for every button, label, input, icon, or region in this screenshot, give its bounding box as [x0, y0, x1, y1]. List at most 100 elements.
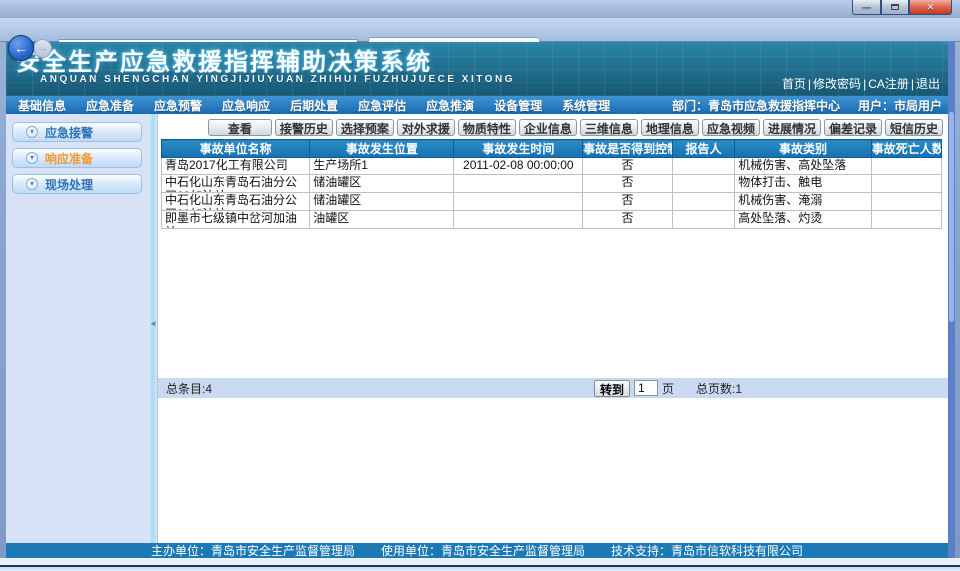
- table-cell: 否: [583, 175, 673, 193]
- cell-text: 中石化山东青岛石油分公司09加油站: [165, 193, 306, 210]
- nav-item-1[interactable]: 基础信息: [18, 97, 66, 114]
- cell-text: 高处坠落、灼烫: [738, 211, 868, 225]
- table-cell: [672, 175, 734, 193]
- toolbar-button-7[interactable]: 地理信息: [641, 119, 699, 136]
- table-row[interactable]: 中石化山东青岛石油分公司09加油站储油罐区 否 物体打击、触电: [162, 175, 942, 193]
- header-link-3[interactable]: CA注册: [868, 77, 909, 91]
- cell-text: 生产场所1: [313, 158, 450, 172]
- maximize-button[interactable]: [881, 0, 909, 15]
- column-header-4: 事故是否得到控制: [583, 140, 673, 158]
- table-cell: [871, 175, 941, 193]
- page-subtitle: ANQUAN SHENGCHAN YINGJIJIUYUAN ZHIHUI FU…: [40, 74, 515, 85]
- table-cell: 油罐区: [310, 211, 454, 229]
- toolbar-button-4[interactable]: 物质特性: [458, 119, 516, 136]
- cell-text: 物体打击、触电: [738, 175, 868, 189]
- nav-item-6[interactable]: 应急评估: [358, 97, 406, 114]
- window-titlebar: — ✕: [0, 0, 960, 18]
- table-cell: [672, 211, 734, 229]
- toolbar-button-9[interactable]: 进展情况: [763, 119, 821, 136]
- table-cell: [871, 211, 941, 229]
- table-cell: [672, 193, 734, 211]
- cell-text: 机械伤害、淹溺: [738, 193, 868, 207]
- user-label: 用户：市局用户: [858, 97, 942, 114]
- cell-text: 否: [586, 211, 669, 225]
- cell-text: 储油罐区: [313, 175, 450, 189]
- nav-item-7[interactable]: 应急推演: [426, 97, 474, 114]
- header-links: 首页|修改密码|CA注册|退出: [782, 75, 940, 92]
- sidebar-splitter[interactable]: ◄: [148, 114, 158, 543]
- page-footer: 主办单位：青岛市安全生产监督管理局 使用单位：青岛市安全生产监督管理局 技术支持…: [6, 543, 948, 558]
- header-link-4[interactable]: 退出: [916, 77, 940, 91]
- chevron-down-icon: ▾: [26, 126, 38, 138]
- sidebar-item-3[interactable]: ▾现场处理: [12, 174, 142, 194]
- table-row[interactable]: 中石化山东青岛石油分公司09加油站储油罐区否机械伤害、淹溺: [162, 193, 942, 211]
- column-header-5: 报告人: [672, 140, 734, 158]
- toolbar-button-11[interactable]: 短信历史: [885, 119, 943, 136]
- column-header-6: 事故类别: [735, 140, 872, 158]
- header-link-1[interactable]: 首页: [782, 77, 806, 91]
- column-header-1: 事故单位名称: [162, 140, 310, 158]
- table-cell: 否: [583, 193, 673, 211]
- scrollbar[interactable]: [948, 42, 955, 558]
- toolbar-button-10[interactable]: 偏差记录: [824, 119, 882, 136]
- nav-item-5[interactable]: 后期处置: [290, 97, 338, 114]
- scrollbar-thumb[interactable]: [949, 112, 954, 322]
- cell-text: 机械伤害、高处坠落: [738, 158, 868, 172]
- column-header-7: 事故死亡人数: [871, 140, 941, 158]
- nav-item-4[interactable]: 应急响应: [222, 97, 270, 114]
- table-cell: 高处坠落、灼烫: [735, 211, 872, 229]
- footer-tech-label: 技术支持：青岛市信软科技有限公司: [611, 542, 803, 558]
- table-cell: [672, 158, 734, 175]
- cell-text: 油罐区: [313, 211, 450, 225]
- view-button[interactable]: 查看: [208, 119, 272, 136]
- footer-user-label: 使用单位：青岛市安全生产监督管理局: [381, 542, 585, 558]
- sidebar-item-1[interactable]: ▾应急接警: [12, 122, 142, 142]
- column-header-3: 事故发生时间: [454, 140, 583, 158]
- page-title: 安全生产应急救援指挥辅助决策系统: [16, 42, 432, 77]
- sidebar-item-2[interactable]: ▾响应准备: [12, 148, 142, 168]
- browser-toolbar: ← → e http://localhost:90/yjzh/frame/hom…: [0, 18, 960, 42]
- main-menu-bar: 基础信息应急准备应急预警应急响应后期处置应急评估应急推演设备管理系统管理 部门：…: [6, 96, 948, 114]
- table-cell: 机械伤害、淹溺: [735, 193, 872, 211]
- toolbar-button-3[interactable]: 对外求援: [397, 119, 455, 136]
- toolbar-button-1[interactable]: 接警历史: [275, 119, 333, 136]
- toolbar: 查看 接警历史选择预案对外求援物质特性企业信息三维信息地理信息应急视频进展情况偏…: [208, 119, 943, 136]
- incident-table: 事故单位名称事故发生位置事故发生时间事故是否得到控制报告人事故类别事故死亡人数 …: [161, 139, 942, 229]
- table-cell: 储油罐区: [310, 175, 454, 193]
- collapse-arrow-icon[interactable]: ◄: [149, 319, 157, 328]
- back-button[interactable]: ←: [8, 35, 34, 61]
- close-button[interactable]: ✕: [909, 0, 952, 15]
- table-cell: 中石化山东青岛石油分公司09加油站: [162, 193, 310, 211]
- header-link-2[interactable]: 修改密码: [813, 77, 861, 91]
- minimize-button[interactable]: —: [852, 0, 881, 15]
- nav-item-3[interactable]: 应急预警: [154, 97, 202, 114]
- toolbar-button-6[interactable]: 三维信息: [580, 119, 638, 136]
- app-header: 安全生产应急救援指挥辅助决策系统 ANQUAN SHENGCHAN YINGJI…: [6, 42, 948, 96]
- window-bottom-frame: [0, 558, 960, 571]
- nav-item-9[interactable]: 系统管理: [562, 97, 610, 114]
- toolbar-button-8[interactable]: 应急视频: [702, 119, 760, 136]
- page-viewport: 安全生产应急救援指挥辅助决策系统 ANQUAN SHENGCHAN YINGJI…: [6, 42, 948, 558]
- cell-text: 否: [586, 193, 669, 207]
- page-number-input[interactable]: [634, 380, 658, 396]
- nav-item-2[interactable]: 应急准备: [86, 97, 134, 114]
- nav-item-8[interactable]: 设备管理: [494, 97, 542, 114]
- total-pages-label: 总页数:1: [696, 380, 742, 397]
- table-cell: [454, 193, 583, 211]
- forward-button[interactable]: →: [33, 39, 52, 58]
- table-cell: 物体打击、触电: [735, 175, 872, 193]
- table-row[interactable]: 青岛2017化工有限公司生产场所12011-02-08 00:00:00否机械伤…: [162, 158, 942, 175]
- table-cell: [454, 175, 583, 193]
- toolbar-button-2[interactable]: 选择预案: [336, 119, 394, 136]
- table-cell: 否: [583, 211, 673, 229]
- footer-host-label: 主办单位：青岛市安全生产监督管理局: [151, 542, 355, 558]
- table-row[interactable]: 即墨市七级镇中岔河加油站油罐区 否 高处坠落、灼烫: [162, 211, 942, 229]
- table-cell: 否: [583, 158, 673, 175]
- table-cell: 中石化山东青岛石油分公司09加油站: [162, 175, 310, 193]
- total-items-label: 总条目:4: [166, 380, 212, 397]
- table-cell: [871, 193, 941, 211]
- goto-page-button[interactable]: 转到: [594, 380, 630, 397]
- toolbar-button-5[interactable]: 企业信息: [519, 119, 577, 136]
- cell-text: 中石化山东青岛石油分公司09加油站: [165, 175, 306, 192]
- table-cell: 即墨市七级镇中岔河加油站: [162, 211, 310, 229]
